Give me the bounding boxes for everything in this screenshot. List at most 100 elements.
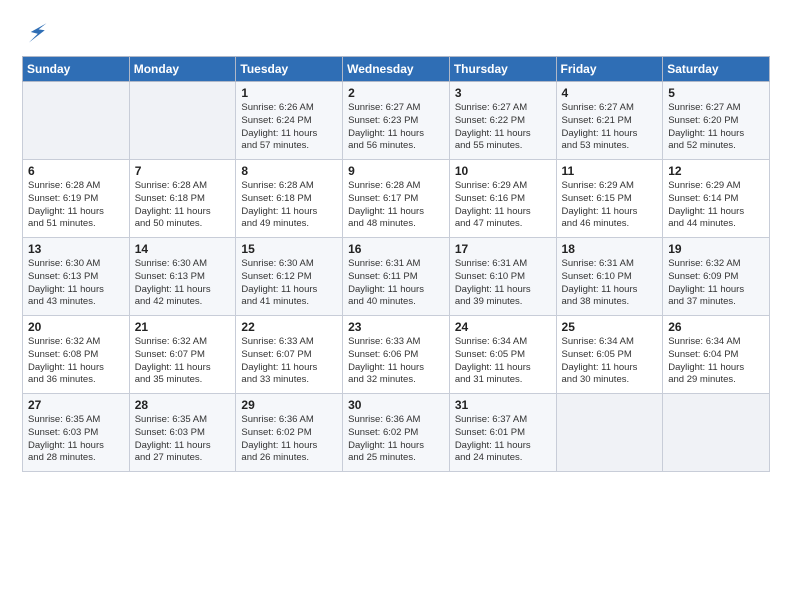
day-info: Sunrise: 6:31 AM Sunset: 6:10 PM Dayligh… [455,258,551,309]
weekday-header-row: SundayMondayTuesdayWednesdayThursdayFrid… [23,57,770,82]
day-info: Sunrise: 6:28 AM Sunset: 6:17 PM Dayligh… [348,180,444,231]
day-info: Sunrise: 6:37 AM Sunset: 6:01 PM Dayligh… [455,414,551,465]
day-number: 30 [348,398,444,412]
day-number: 22 [241,320,337,334]
calendar-cell: 2 Sunrise: 6:27 AM Sunset: 6:23 PM Daylig… [343,82,450,160]
day-info: Sunrise: 6:33 AM Sunset: 6:07 PM Dayligh… [241,336,337,387]
calendar-cell: 25 Sunrise: 6:34 AM Sunset: 6:05 PM Dayli… [556,316,663,394]
calendar-cell: 8 Sunrise: 6:28 AM Sunset: 6:18 PM Daylig… [236,160,343,238]
day-info: Sunrise: 6:35 AM Sunset: 6:03 PM Dayligh… [135,414,231,465]
calendar-cell: 4 Sunrise: 6:27 AM Sunset: 6:21 PM Daylig… [556,82,663,160]
calendar-cell: 18Sunrise: 6:31 AM Sunset: 6:10 PM Dayli… [556,238,663,316]
weekday-header-monday: Monday [129,57,236,82]
day-number: 7 [135,164,231,178]
calendar-cell: 13 Sunrise: 6:30 AM Sunset: 6:13 PM Dayli… [23,238,130,316]
day-info: Sunrise: 6:29 AM Sunset: 6:15 PM Dayligh… [562,180,658,231]
calendar-cell: 11 Sunrise: 6:29 AM Sunset: 6:15 PM Dayli… [556,160,663,238]
weekday-header-saturday: Saturday [663,57,770,82]
day-number: 15 [241,242,337,256]
calendar-cell: 17 Sunrise: 6:31 AM Sunset: 6:10 PM Dayli… [449,238,556,316]
calendar-cell [23,82,130,160]
day-info: Sunrise: 6:27 AM Sunset: 6:21 PM Dayligh… [562,102,658,153]
calendar-table: SundayMondayTuesdayWednesdayThursdayFrid… [22,56,770,472]
day-number: 17 [455,242,551,256]
calendar-cell: 29 Sunrise: 6:36 AM Sunset: 6:02 PM Dayli… [236,394,343,472]
day-info: Sunrise: 6:28 AM Sunset: 6:18 PM Dayligh… [241,180,337,231]
calendar-cell: 31 Sunrise: 6:37 AM Sunset: 6:01 PM Dayli… [449,394,556,472]
calendar-cell: 10Sunrise: 6:29 AM Sunset: 6:16 PM Dayli… [449,160,556,238]
calendar-week-1: 1 Sunrise: 6:26 AM Sunset: 6:24 PM Daylig… [23,82,770,160]
day-info: Sunrise: 6:32 AM Sunset: 6:07 PM Dayligh… [135,336,231,387]
calendar-cell: 5 Sunrise: 6:27 AM Sunset: 6:20 PM Daylig… [663,82,770,160]
day-number: 20 [28,320,124,334]
logo [22,18,54,46]
calendar-week-5: 27 Sunrise: 6:35 AM Sunset: 6:03 PM Dayli… [23,394,770,472]
calendar-cell: 20 Sunrise: 6:32 AM Sunset: 6:08 PM Dayli… [23,316,130,394]
day-number: 26 [668,320,764,334]
day-info: Sunrise: 6:31 AM Sunset: 6:11 PM Dayligh… [348,258,444,309]
calendar-cell [129,82,236,160]
day-info: Sunrise: 6:30 AM Sunset: 6:13 PM Dayligh… [135,258,231,309]
calendar-week-3: 13 Sunrise: 6:30 AM Sunset: 6:13 PM Dayli… [23,238,770,316]
calendar-cell: 9Sunrise: 6:28 AM Sunset: 6:17 PM Daylig… [343,160,450,238]
day-number: 25 [562,320,658,334]
day-number: 16 [348,242,444,256]
day-info: Sunrise: 6:27 AM Sunset: 6:20 PM Dayligh… [668,102,764,153]
day-info: Sunrise: 6:29 AM Sunset: 6:16 PM Dayligh… [455,180,551,231]
calendar-cell: 3 Sunrise: 6:27 AM Sunset: 6:22 PM Daylig… [449,82,556,160]
calendar-cell: 30 Sunrise: 6:36 AM Sunset: 6:02 PM Dayli… [343,394,450,472]
weekday-header-sunday: Sunday [23,57,130,82]
weekday-header-tuesday: Tuesday [236,57,343,82]
logo-icon [22,18,50,46]
page: SundayMondayTuesdayWednesdayThursdayFrid… [0,0,792,612]
day-info: Sunrise: 6:36 AM Sunset: 6:02 PM Dayligh… [348,414,444,465]
day-number: 13 [28,242,124,256]
day-info: Sunrise: 6:30 AM Sunset: 6:13 PM Dayligh… [28,258,124,309]
day-number: 6 [28,164,124,178]
day-number: 11 [562,164,658,178]
calendar-cell: 14 Sunrise: 6:30 AM Sunset: 6:13 PM Dayli… [129,238,236,316]
calendar-cell: 21 Sunrise: 6:32 AM Sunset: 6:07 PM Dayli… [129,316,236,394]
calendar-week-2: 6 Sunrise: 6:28 AM Sunset: 6:19 PM Daylig… [23,160,770,238]
day-info: Sunrise: 6:32 AM Sunset: 6:08 PM Dayligh… [28,336,124,387]
day-number: 12 [668,164,764,178]
day-number: 31 [455,398,551,412]
day-info: Sunrise: 6:27 AM Sunset: 6:22 PM Dayligh… [455,102,551,153]
calendar-cell: 28Sunrise: 6:35 AM Sunset: 6:03 PM Dayli… [129,394,236,472]
day-info: Sunrise: 6:35 AM Sunset: 6:03 PM Dayligh… [28,414,124,465]
day-info: Sunrise: 6:28 AM Sunset: 6:19 PM Dayligh… [28,180,124,231]
day-info: Sunrise: 6:27 AM Sunset: 6:23 PM Dayligh… [348,102,444,153]
day-number: 18 [562,242,658,256]
day-info: Sunrise: 6:33 AM Sunset: 6:06 PM Dayligh… [348,336,444,387]
day-number: 5 [668,86,764,100]
calendar-cell [556,394,663,472]
day-info: Sunrise: 6:30 AM Sunset: 6:12 PM Dayligh… [241,258,337,309]
day-number: 14 [135,242,231,256]
day-number: 1 [241,86,337,100]
day-number: 2 [348,86,444,100]
calendar-cell: 24Sunrise: 6:34 AM Sunset: 6:05 PM Dayli… [449,316,556,394]
day-info: Sunrise: 6:34 AM Sunset: 6:05 PM Dayligh… [562,336,658,387]
day-number: 3 [455,86,551,100]
day-info: Sunrise: 6:34 AM Sunset: 6:04 PM Dayligh… [668,336,764,387]
day-number: 19 [668,242,764,256]
calendar-cell: 16 Sunrise: 6:31 AM Sunset: 6:11 PM Dayli… [343,238,450,316]
calendar-cell: 27 Sunrise: 6:35 AM Sunset: 6:03 PM Dayli… [23,394,130,472]
day-number: 8 [241,164,337,178]
day-info: Sunrise: 6:36 AM Sunset: 6:02 PM Dayligh… [241,414,337,465]
calendar-cell: 15 Sunrise: 6:30 AM Sunset: 6:12 PM Dayli… [236,238,343,316]
calendar-cell: 6 Sunrise: 6:28 AM Sunset: 6:19 PM Daylig… [23,160,130,238]
day-number: 21 [135,320,231,334]
day-info: Sunrise: 6:29 AM Sunset: 6:14 PM Dayligh… [668,180,764,231]
calendar-cell: 7 Sunrise: 6:28 AM Sunset: 6:18 PM Daylig… [129,160,236,238]
day-number: 23 [348,320,444,334]
day-number: 24 [455,320,551,334]
day-info: Sunrise: 6:32 AM Sunset: 6:09 PM Dayligh… [668,258,764,309]
day-info: Sunrise: 6:28 AM Sunset: 6:18 PM Dayligh… [135,180,231,231]
weekday-header-wednesday: Wednesday [343,57,450,82]
day-info: Sunrise: 6:26 AM Sunset: 6:24 PM Dayligh… [241,102,337,153]
day-number: 27 [28,398,124,412]
day-number: 4 [562,86,658,100]
day-number: 29 [241,398,337,412]
calendar-cell: 1 Sunrise: 6:26 AM Sunset: 6:24 PM Daylig… [236,82,343,160]
